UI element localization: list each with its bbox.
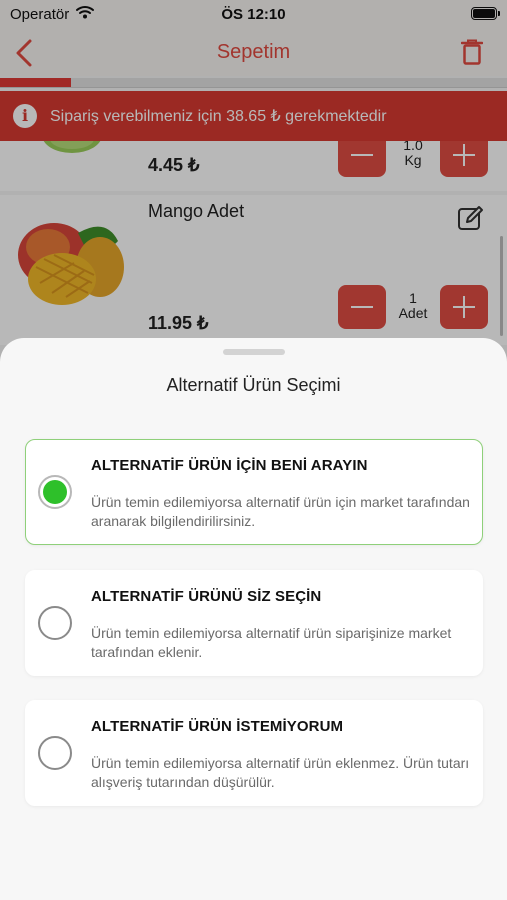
alternative-product-sheet: Alternatif Ürün Seçimi ALTERNATİF ÜRÜN İ… xyxy=(0,338,507,900)
radio-button[interactable] xyxy=(38,606,72,640)
option-title: ALTERNATİF ÜRÜN İSTEMİYORUM xyxy=(91,718,344,735)
option-title: ALTERNATİF ÜRÜNÜ SİZ SEÇİN xyxy=(91,588,322,605)
option-title: ALTERNATİF ÜRÜN İÇİN BENİ ARAYIN xyxy=(91,457,368,474)
option-description: Ürün temin edilemiyorsa alternatif ürün … xyxy=(91,625,452,660)
radio-button[interactable] xyxy=(38,475,72,509)
option-you-choose[interactable]: ALTERNATİF ÜRÜNÜ SİZ SEÇİN Ürün temin ed… xyxy=(25,570,483,676)
option-call-me[interactable]: ALTERNATİF ÜRÜN İÇİN BENİ ARAYIN Ürün te… xyxy=(25,439,483,545)
sheet-grabber[interactable] xyxy=(223,349,285,355)
option-no-alternative[interactable]: ALTERNATİF ÜRÜN İSTEMİYORUM Ürün temin e… xyxy=(25,700,483,806)
radio-button[interactable] xyxy=(38,736,72,770)
sheet-title: Alternatif Ürün Seçimi xyxy=(166,375,341,395)
option-description: Ürün temin edilemiyorsa alternatif ürün … xyxy=(91,494,470,529)
option-description: Ürün temin edilemiyorsa alternatif ürün … xyxy=(91,755,470,790)
